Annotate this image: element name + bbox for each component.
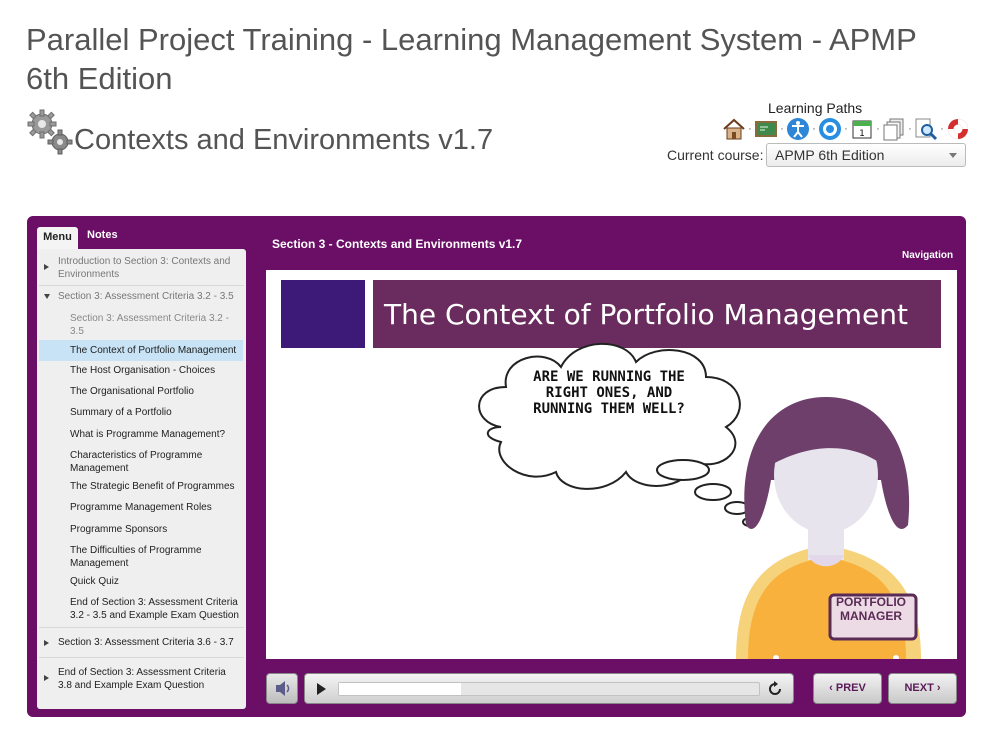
collapse-arrow-icon[interactable]: [44, 294, 50, 299]
expand-arrow-icon[interactable]: [44, 675, 49, 681]
site-title: Parallel Project Training - Learning Man…: [26, 22, 917, 96]
search-icon[interactable]: [914, 117, 938, 141]
current-course-label: Current course:: [667, 147, 764, 163]
separator: ·: [748, 123, 752, 135]
home-icon[interactable]: [722, 117, 746, 141]
separator: ·: [780, 123, 784, 135]
menu-section-intro[interactable]: Introduction to Section 3: Contexts and …: [58, 255, 242, 281]
current-course-value: APMP 6th Edition: [775, 147, 885, 163]
separator: ·: [940, 123, 944, 135]
separator: ·: [908, 123, 912, 135]
slide-header: Section 3 - Contexts and Environments v1…: [272, 237, 523, 251]
menu-item-section-3-2-heading[interactable]: Section 3: Assessment Criteria 3.2 - 3.5: [70, 312, 242, 338]
menu-item-strategic-benefit[interactable]: The Strategic Benefit of Programmes: [70, 480, 242, 493]
page: Parallel Project Training - Learning Man…: [0, 0, 999, 739]
thought-bubble-text: ARE WE RUNNING THE RIGHT ONES, AND RUNNI…: [533, 369, 685, 417]
accessibility-icon[interactable]: [786, 117, 810, 141]
menu-panel: Introduction to Section 3: Contexts and …: [37, 249, 246, 709]
menu-item-what-is-programme[interactable]: What is Programme Management?: [70, 428, 242, 441]
menu-section-3-6[interactable]: Section 3: Assessment Criteria 3.6 - 3.7: [58, 636, 242, 649]
chevron-left-icon: ‹: [829, 682, 833, 694]
lifebuoy-icon[interactable]: [946, 117, 970, 141]
svg-text:1: 1: [859, 129, 865, 139]
seek-slider[interactable]: [338, 682, 760, 696]
expand-arrow-icon[interactable]: [44, 264, 49, 270]
volume-button[interactable]: [266, 673, 298, 704]
expand-arrow-icon[interactable]: [44, 640, 49, 646]
next-label: NEXT: [904, 682, 934, 694]
tab-notes[interactable]: Notes: [87, 229, 118, 241]
menu-item-organisational-portfolio[interactable]: The Organisational Portfolio: [70, 385, 242, 398]
learning-paths-toolbar: · · · · 1 · · ·: [722, 117, 970, 141]
divider: [39, 285, 244, 286]
blackboard-icon[interactable]: [754, 117, 778, 141]
replay-icon[interactable]: [767, 681, 783, 697]
gears-icon: [27, 109, 73, 155]
separator: ·: [876, 123, 880, 135]
prev-button[interactable]: ‹ PREV: [813, 673, 882, 704]
badge-line-1: PORTFOLIO: [836, 595, 906, 609]
speaker-icon: [276, 681, 290, 696]
slide-title: The Context of Portfolio Management: [384, 298, 908, 331]
portfolio-manager-illustration: [736, 397, 921, 659]
menu-item-programme-sponsors[interactable]: Programme Sponsors: [70, 523, 242, 536]
slide-canvas: The Context of Portfolio Management ARE …: [266, 270, 957, 659]
badge-line-2: MANAGER: [840, 609, 902, 623]
portfolio-manager-badge: PORTFOLIO MANAGER: [829, 595, 913, 623]
play-icon[interactable]: [317, 683, 326, 695]
menu-item-quick-quiz[interactable]: Quick Quiz: [70, 575, 242, 588]
menu-item-context-portfolio[interactable]: The Context of Portfolio Management: [39, 340, 243, 361]
tab-menu[interactable]: Menu: [37, 227, 78, 249]
menu-section-3-2[interactable]: Section 3: Assessment Criteria 3.2 - 3.5: [58, 290, 242, 303]
divider: [39, 657, 244, 658]
menu-item-programme-roles[interactable]: Programme Management Roles: [70, 501, 242, 514]
chevron-right-icon: ›: [936, 682, 941, 694]
menu-item-characteristics[interactable]: Characteristics of Programme Management: [70, 449, 242, 475]
learning-paths-label: Learning Paths: [768, 100, 863, 116]
divider: [39, 627, 244, 628]
separator: ·: [812, 123, 816, 135]
separator: ·: [844, 123, 848, 135]
next-button[interactable]: NEXT ›: [888, 673, 957, 704]
current-course-select[interactable]: APMP 6th Edition: [766, 143, 966, 167]
menu-item-difficulties[interactable]: The Difficulties of Programme Management: [70, 544, 242, 570]
menu-item-host-organisation[interactable]: The Host Organisation - Choices: [70, 364, 242, 377]
menu-item-end-section-3-2[interactable]: End of Section 3: Assessment Criteria 3.…: [70, 596, 242, 622]
course-title: Contexts and Environments v1.7: [74, 124, 494, 156]
menu-item-summary-portfolio[interactable]: Summary of a Portfolio: [70, 406, 242, 419]
menu-section-end-3-8[interactable]: End of Section 3: Assessment Criteria 3.…: [58, 666, 242, 692]
prev-label: PREV: [835, 682, 866, 694]
slide-accent-square: [281, 280, 365, 348]
seek-progress-fill: [339, 683, 461, 695]
playback-bar: [304, 673, 794, 704]
navigation-label: Navigation: [902, 250, 954, 261]
chevron-down-icon: [949, 153, 957, 158]
globe-icon[interactable]: [818, 117, 842, 141]
documents-icon[interactable]: [882, 117, 906, 141]
calendar-icon[interactable]: 1: [850, 117, 874, 141]
